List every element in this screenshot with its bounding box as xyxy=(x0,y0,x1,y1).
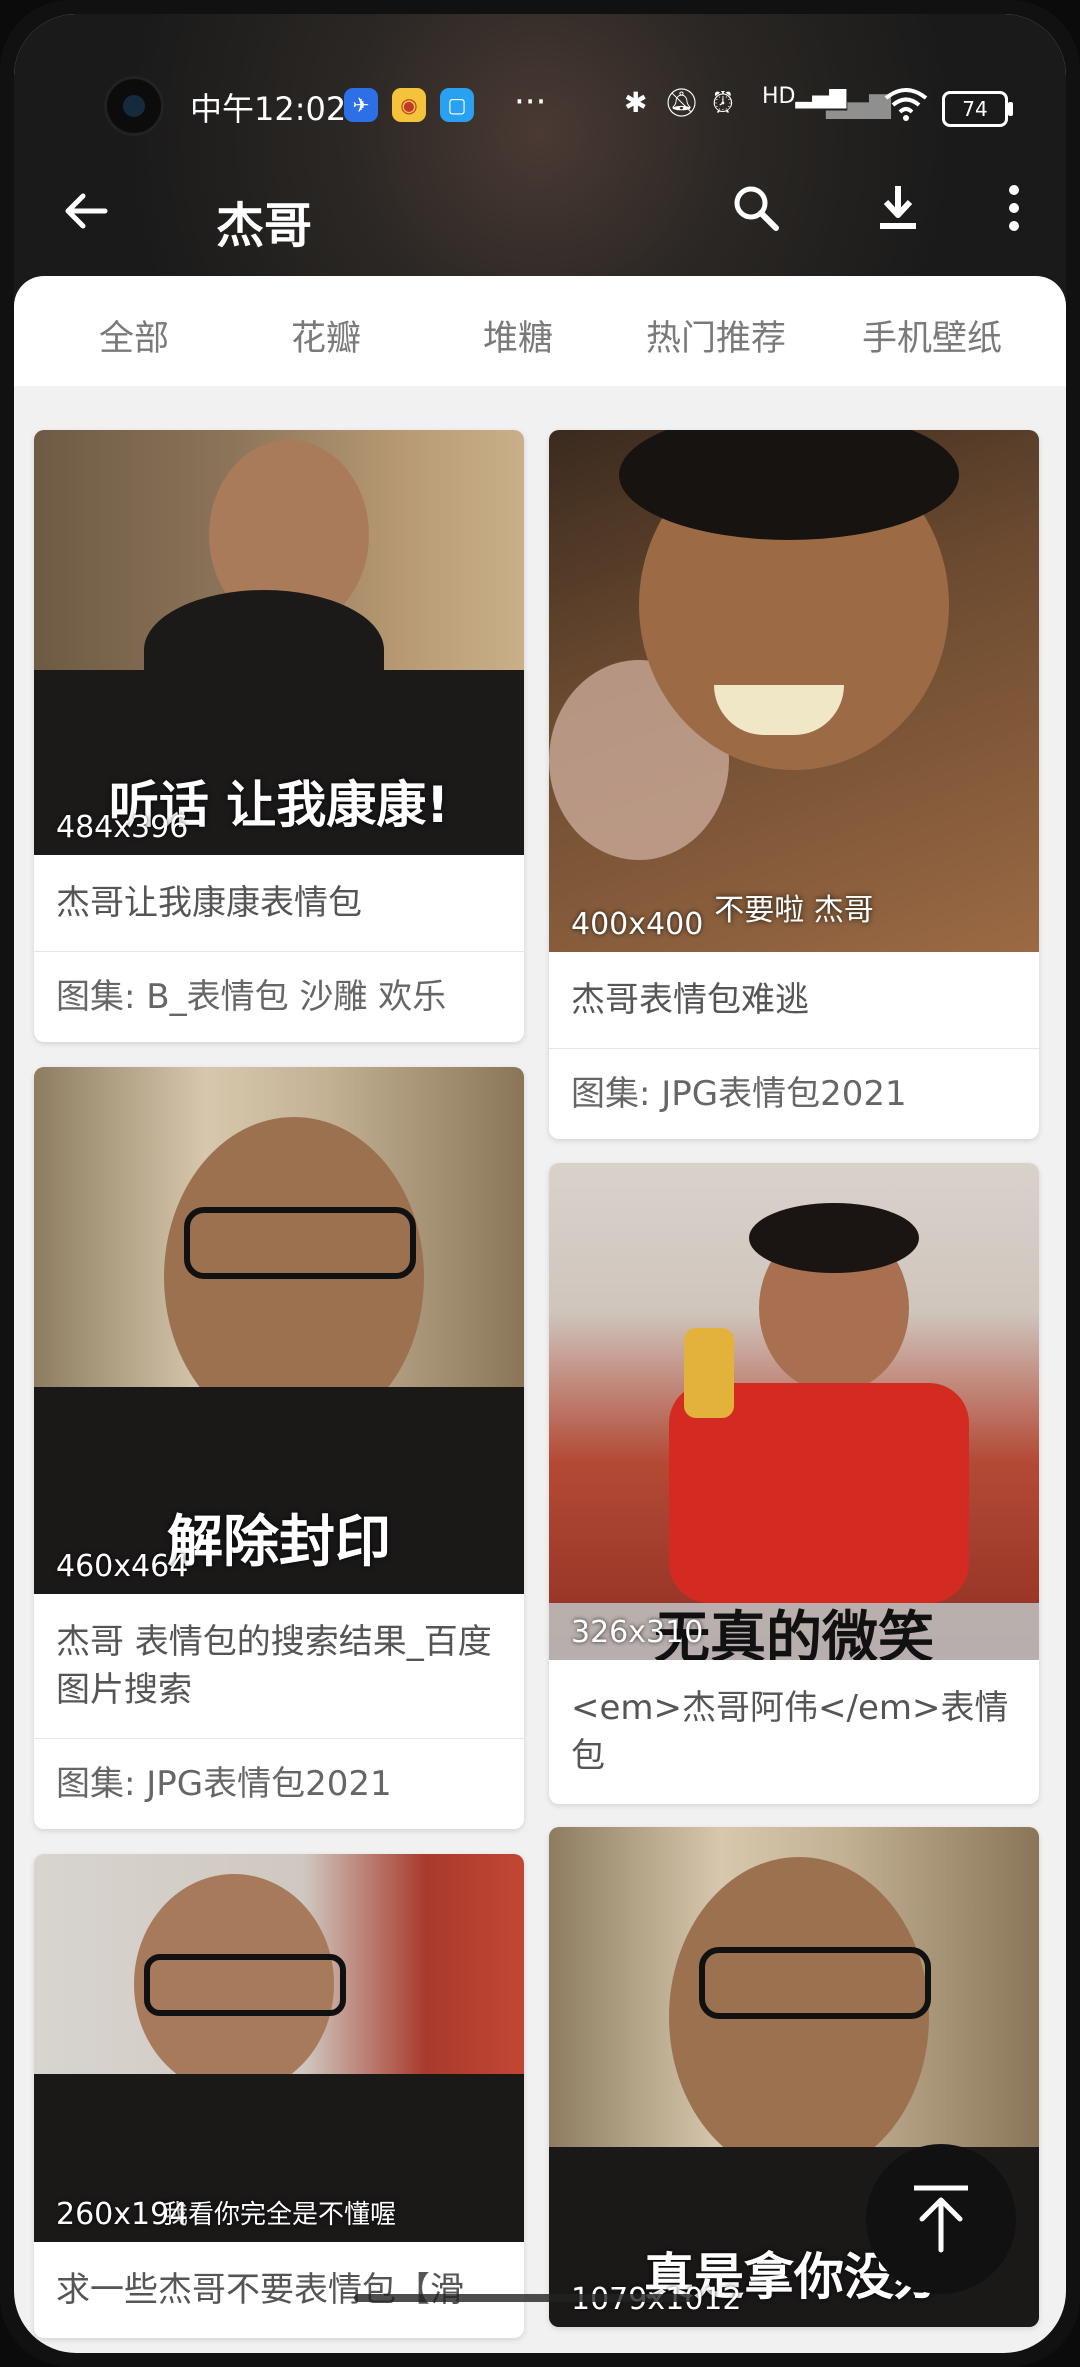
card-title: 杰哥表情包难逃 xyxy=(571,980,809,1020)
card-album[interactable]: 图集: B_表情包 沙雕 欢乐 xyxy=(34,951,524,1042)
front-camera xyxy=(104,76,164,136)
card-title: <em>杰哥阿伟</em>表情包 xyxy=(571,1688,1009,1776)
back-button[interactable] xyxy=(56,186,116,246)
message-icon: ▢ xyxy=(440,88,474,122)
card-album[interactable]: 图集: JPG表情包2021 xyxy=(549,1048,1039,1139)
image-card[interactable]: 不要啦 杰哥 400x400 杰哥表情包难逃 图集: JPG表情包2021 xyxy=(549,430,1039,1139)
scroll-to-top-button[interactable] xyxy=(866,2144,1016,2294)
mute-icon: 🔕︎ xyxy=(664,86,700,119)
scroll-to-top-icon xyxy=(914,2185,968,2253)
image-card[interactable]: 听话 让我康康! 484x396 杰哥让我康康表情包 图集: B_表情包 沙雕 … xyxy=(34,430,524,1042)
image-dimensions: 326x310 xyxy=(571,1615,704,1650)
card-album[interactable]: 图集: JPG表情包2021 xyxy=(34,1738,524,1829)
phone-frame: 中午12:02 ✈ ◉ ▢ ··· ✱ 🔕︎ ⏰︎ HD▂▄▆ ▂▄▆ 74 杰… xyxy=(0,0,1080,2367)
image-dimensions: 460x464 xyxy=(56,1549,189,1584)
card-image[interactable]: 我看你完全是不懂喔 260x194 xyxy=(34,1854,524,2242)
download-button[interactable] xyxy=(866,182,930,246)
battery-indicator: 74 xyxy=(942,91,1013,127)
status-bar: 中午12:02 ✈ ◉ ▢ ··· ✱ 🔕︎ ⏰︎ HD▂▄▆ ▂▄▆ 74 xyxy=(14,14,1066,136)
card-image[interactable]: 无真的微笑 326x310 xyxy=(549,1163,1039,1660)
card-title: 杰哥让我康康表情包 xyxy=(56,883,362,923)
arrow-left-icon xyxy=(65,193,108,229)
signal-2-icon: ▂▄▆ xyxy=(826,86,891,119)
home-indicator[interactable] xyxy=(354,2294,694,2302)
card-title: 求一些杰哥不要表情包【滑 xyxy=(56,2270,464,2310)
image-card[interactable]: 我看你完全是不懂喔 260x194 求一些杰哥不要表情包【滑 xyxy=(34,1854,524,2338)
signal-hd-label: HD xyxy=(762,84,796,109)
search-icon xyxy=(734,186,779,231)
alarm-icon: ⏰︎ xyxy=(712,86,734,119)
more-button[interactable] xyxy=(982,182,1046,246)
tab-duitang[interactable]: 堆糖 xyxy=(483,310,553,361)
weibo-icon: ◉ xyxy=(392,88,426,122)
status-time: 中午12:02 xyxy=(190,90,347,128)
more-vertical-icon xyxy=(1009,185,1019,231)
app-toolbar: 杰哥 xyxy=(14,164,1066,264)
card-image[interactable]: 不要啦 杰哥 400x400 xyxy=(549,430,1039,952)
image-card[interactable]: 无真的微笑 326x310 <em>杰哥阿伟</em>表情包 xyxy=(549,1163,1039,1804)
download-icon xyxy=(880,186,916,229)
image-dimensions: 400x400 xyxy=(571,907,704,942)
image-grid: 听话 让我康康! 484x396 杰哥让我康康表情包 图集: B_表情包 沙雕 … xyxy=(14,414,1066,2353)
search-button[interactable] xyxy=(724,182,788,246)
image-card[interactable]: 解除封印 460x464 杰哥 表情包的搜索结果_百度图片搜索 图集: JPG表… xyxy=(34,1067,524,1829)
tab-all[interactable]: 全部 xyxy=(99,310,169,361)
card-title: 杰哥 表情包的搜索结果_百度图片搜索 xyxy=(56,1622,492,1710)
tab-wallpaper[interactable]: 手机壁纸 xyxy=(862,310,1002,361)
bluetooth-icon: ✱ xyxy=(624,86,648,119)
card-image[interactable]: 解除封印 460x464 xyxy=(34,1067,524,1594)
more-notifications-icon: ··· xyxy=(514,82,547,122)
source-tabs: 全部 花瓣 堆糖 热门推荐 手机壁纸 xyxy=(14,276,1066,386)
screen: 中午12:02 ✈ ◉ ▢ ··· ✱ 🔕︎ ⏰︎ HD▂▄▆ ▂▄▆ 74 杰… xyxy=(14,14,1066,2353)
page-title: 杰哥 xyxy=(216,198,313,254)
tab-huaban[interactable]: 花瓣 xyxy=(291,310,361,361)
card-image[interactable]: 听话 让我康康! 484x396 xyxy=(34,430,524,855)
tab-hot[interactable]: 热门推荐 xyxy=(646,310,786,361)
image-dimensions: 484x396 xyxy=(56,810,189,845)
wifi-icon xyxy=(884,86,928,129)
maps-icon: ✈ xyxy=(344,88,378,122)
image-dimensions: 260x194 xyxy=(56,2197,189,2232)
